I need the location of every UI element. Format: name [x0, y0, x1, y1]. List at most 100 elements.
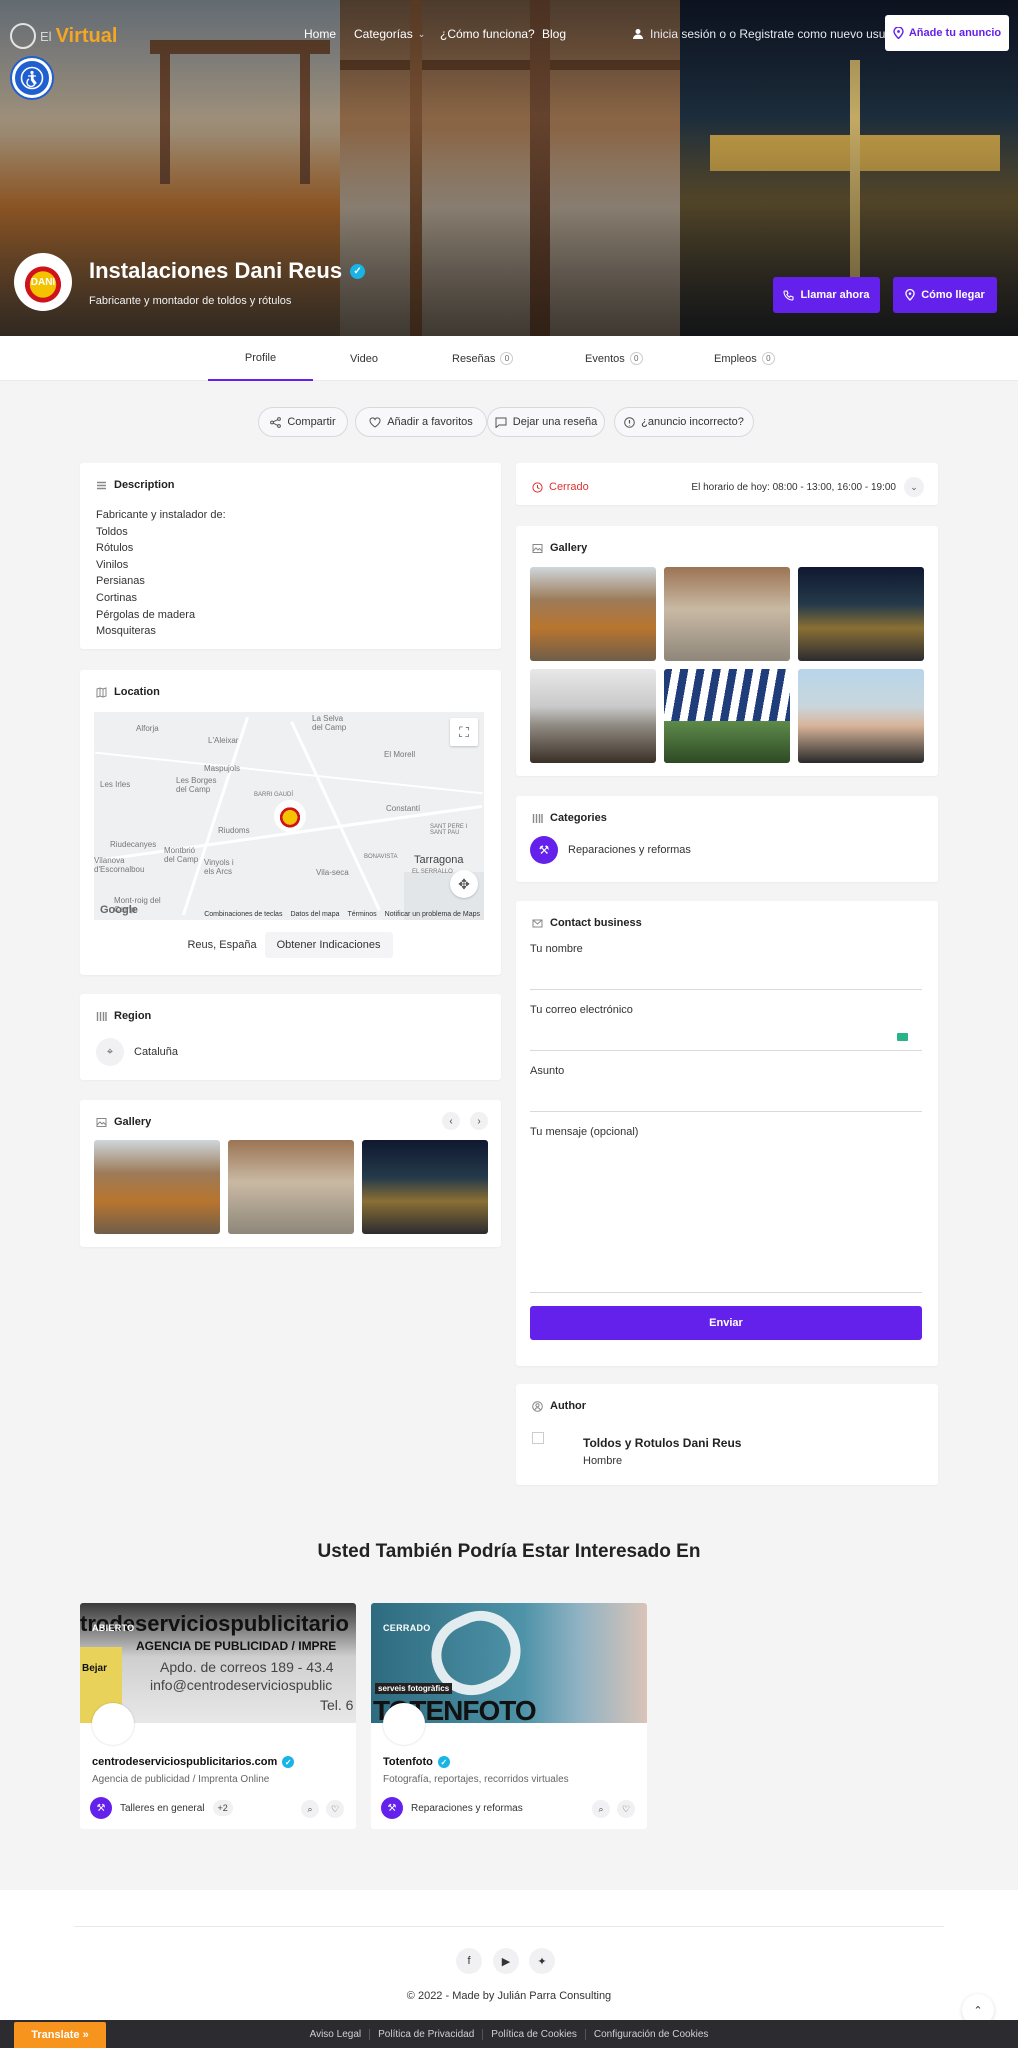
related-card[interactable]: serveis fotogràfics TOTENFOTO CERRADO To… — [371, 1603, 647, 1829]
tab-empleos[interactable]: Empleos 0 — [714, 336, 775, 381]
related-card-name-text: Totenfoto — [383, 1756, 433, 1768]
email-field-label: Tu correo electrónico — [530, 1004, 633, 1016]
tab-video[interactable]: Video — [350, 336, 378, 381]
fullscreen-icon: ⛶ — [459, 723, 469, 740]
legal-link[interactable]: Configuración de Cookies — [586, 2029, 717, 2040]
tab-resenas[interactable]: Reseñas 0 — [452, 336, 514, 381]
map-marker[interactable] — [274, 800, 306, 832]
zoom-icon[interactable]: ⌕ — [592, 1800, 610, 1818]
review-button[interactable]: Dejar una reseña — [487, 407, 605, 437]
nav-blog[interactable]: Blog — [542, 26, 566, 42]
youtube-icon[interactable]: ▶ — [493, 1948, 519, 1974]
get-directions-button[interactable]: Obtener Indicaciones — [264, 932, 393, 958]
legal-link[interactable]: Política de Privacidad — [370, 2028, 484, 2040]
twitter-icon[interactable]: ✦ — [529, 1948, 555, 1974]
map-footer-link[interactable]: Notificar un problema de Maps — [385, 911, 480, 918]
share-button[interactable]: Compartir — [258, 407, 348, 437]
mail-icon — [532, 919, 543, 927]
send-button[interactable]: Enviar — [530, 1306, 922, 1340]
share-label: Compartir — [287, 416, 336, 428]
nav-home[interactable]: Home — [304, 26, 336, 42]
location-map[interactable]: Alforja L'Aleixar La Selva del Camp El M… — [94, 712, 484, 920]
accessibility-button[interactable] — [12, 58, 52, 98]
chevron-down-icon[interactable]: ⌄ — [904, 477, 924, 497]
map-label: Constantí — [386, 804, 421, 813]
nav-home-label: Home — [304, 27, 337, 41]
tab-eventos[interactable]: Eventos 0 — [585, 336, 643, 381]
related-card-category[interactable]: ⚒ Reparaciones y reformas — [381, 1797, 523, 1819]
tab-profile[interactable]: Profile — [208, 336, 313, 381]
status-badge: CERRADO — [383, 1623, 431, 1633]
gallery-prev-button[interactable]: ‹ — [442, 1112, 460, 1130]
map-label: BONAVISTA — [364, 854, 398, 860]
gallery-image[interactable] — [94, 1140, 220, 1234]
legal-link[interactable]: Política de Cookies — [483, 2028, 586, 2040]
region-row: ⌖ Cataluña — [96, 1038, 178, 1066]
message-field[interactable] — [530, 1143, 922, 1293]
map-label: Vilanova d'Escornalbou — [94, 856, 145, 874]
tab-resenas-count: 0 — [500, 352, 514, 365]
map-footer-link[interactable]: Datos del mapa — [290, 911, 339, 918]
fullscreen-button[interactable]: ⛶ — [450, 718, 478, 746]
subject-field-label: Asunto — [530, 1065, 565, 1077]
phone-icon — [783, 289, 795, 301]
nav-login[interactable]: Inicia sesión o o Registrate como nuevo … — [632, 26, 905, 42]
gallery-image[interactable] — [664, 567, 790, 661]
gallery-image[interactable] — [362, 1140, 488, 1234]
hours-status-label: Cerrado — [549, 481, 589, 493]
map-label: Tarragona — [414, 854, 464, 866]
hours-card[interactable]: Cerrado El horario de hoy: 08:00 - 13:00… — [516, 463, 938, 505]
directions-button[interactable]: Cómo llegar — [893, 277, 997, 313]
categories-title: Categories — [550, 812, 607, 824]
legal-link[interactable]: Aviso Legal — [302, 2028, 371, 2040]
email-field[interactable] — [530, 1021, 922, 1051]
image-icon — [532, 543, 543, 553]
gallery-image[interactable] — [798, 669, 924, 763]
zoom-icon[interactable]: ⌕ — [301, 1800, 319, 1818]
name-field[interactable] — [530, 960, 922, 990]
report-button[interactable]: ¿anuncio incorrecto? — [614, 407, 754, 437]
favorite-button[interactable]: Añadir a favoritos — [355, 407, 487, 437]
map-pan-button[interactable]: ✥ — [450, 870, 478, 898]
related-card-category[interactable]: ⚒ Talleres en general +2 — [90, 1797, 233, 1819]
location-row: Reus, España Obtener Indicaciones — [80, 932, 500, 958]
verified-icon: ✓ — [437, 1756, 450, 1768]
add-listing-button[interactable]: Añade tu anuncio — [885, 15, 1009, 51]
description-line: Fabricante y instalador de: — [96, 509, 226, 521]
gallery-image[interactable] — [798, 567, 924, 661]
subject-field[interactable] — [530, 1082, 922, 1112]
gallery-image[interactable] — [530, 567, 656, 661]
call-now-button[interactable]: Llamar ahora — [773, 277, 880, 313]
related-card-name[interactable]: centrodeserviciospublicitarios.com ✓ — [92, 1756, 295, 1768]
gallery-image[interactable] — [530, 669, 656, 763]
description-line: Toldos — [96, 525, 128, 538]
map-footer-link[interactable]: Combinaciones de teclas — [204, 911, 282, 918]
gallery-left-header: Gallery — [96, 1116, 151, 1128]
gallery-image[interactable] — [228, 1140, 354, 1234]
description-line: Pérgolas de madera — [96, 608, 196, 621]
hours-status: Cerrado — [532, 481, 589, 493]
translate-button[interactable]: Translate » — [14, 2022, 106, 2048]
facebook-icon[interactable]: f — [456, 1948, 482, 1974]
related-card[interactable]: trodeserviciospublicitario AGENCIA DE PU… — [80, 1603, 356, 1829]
tab-eventos-count: 0 — [629, 352, 643, 365]
author-name[interactable]: Toldos y Rotulos Dani Reus — [583, 1436, 741, 1450]
logo-text-small: El — [40, 28, 52, 44]
related-title: Usted También Podría Estar Interesado En — [317, 1541, 701, 1562]
nav-como-funciona[interactable]: ¿Cómo funciona? — [440, 26, 535, 42]
location-pin-icon: ⌖ — [96, 1038, 124, 1066]
gallery-image[interactable] — [664, 669, 790, 763]
logo-text-brand: Virtual — [55, 24, 118, 47]
region-value[interactable]: Cataluña — [134, 1046, 178, 1058]
category-item[interactable]: ⚒ Reparaciones y reformas — [530, 836, 691, 864]
heart-icon[interactable]: ♡ — [617, 1800, 635, 1818]
nav-categorias[interactable]: Categorías ⌄ — [354, 26, 425, 42]
business-avatar: DANI — [14, 253, 72, 311]
gallery-next-button[interactable]: › — [470, 1112, 488, 1130]
chat-icon — [495, 417, 507, 428]
site-logo[interactable]: El Virtual — [10, 20, 117, 52]
author-gender: Hombre — [583, 1455, 623, 1467]
related-card-name[interactable]: Totenfoto ✓ — [383, 1756, 450, 1768]
heart-icon[interactable]: ♡ — [326, 1800, 344, 1818]
map-footer-link[interactable]: Términos — [347, 911, 376, 918]
